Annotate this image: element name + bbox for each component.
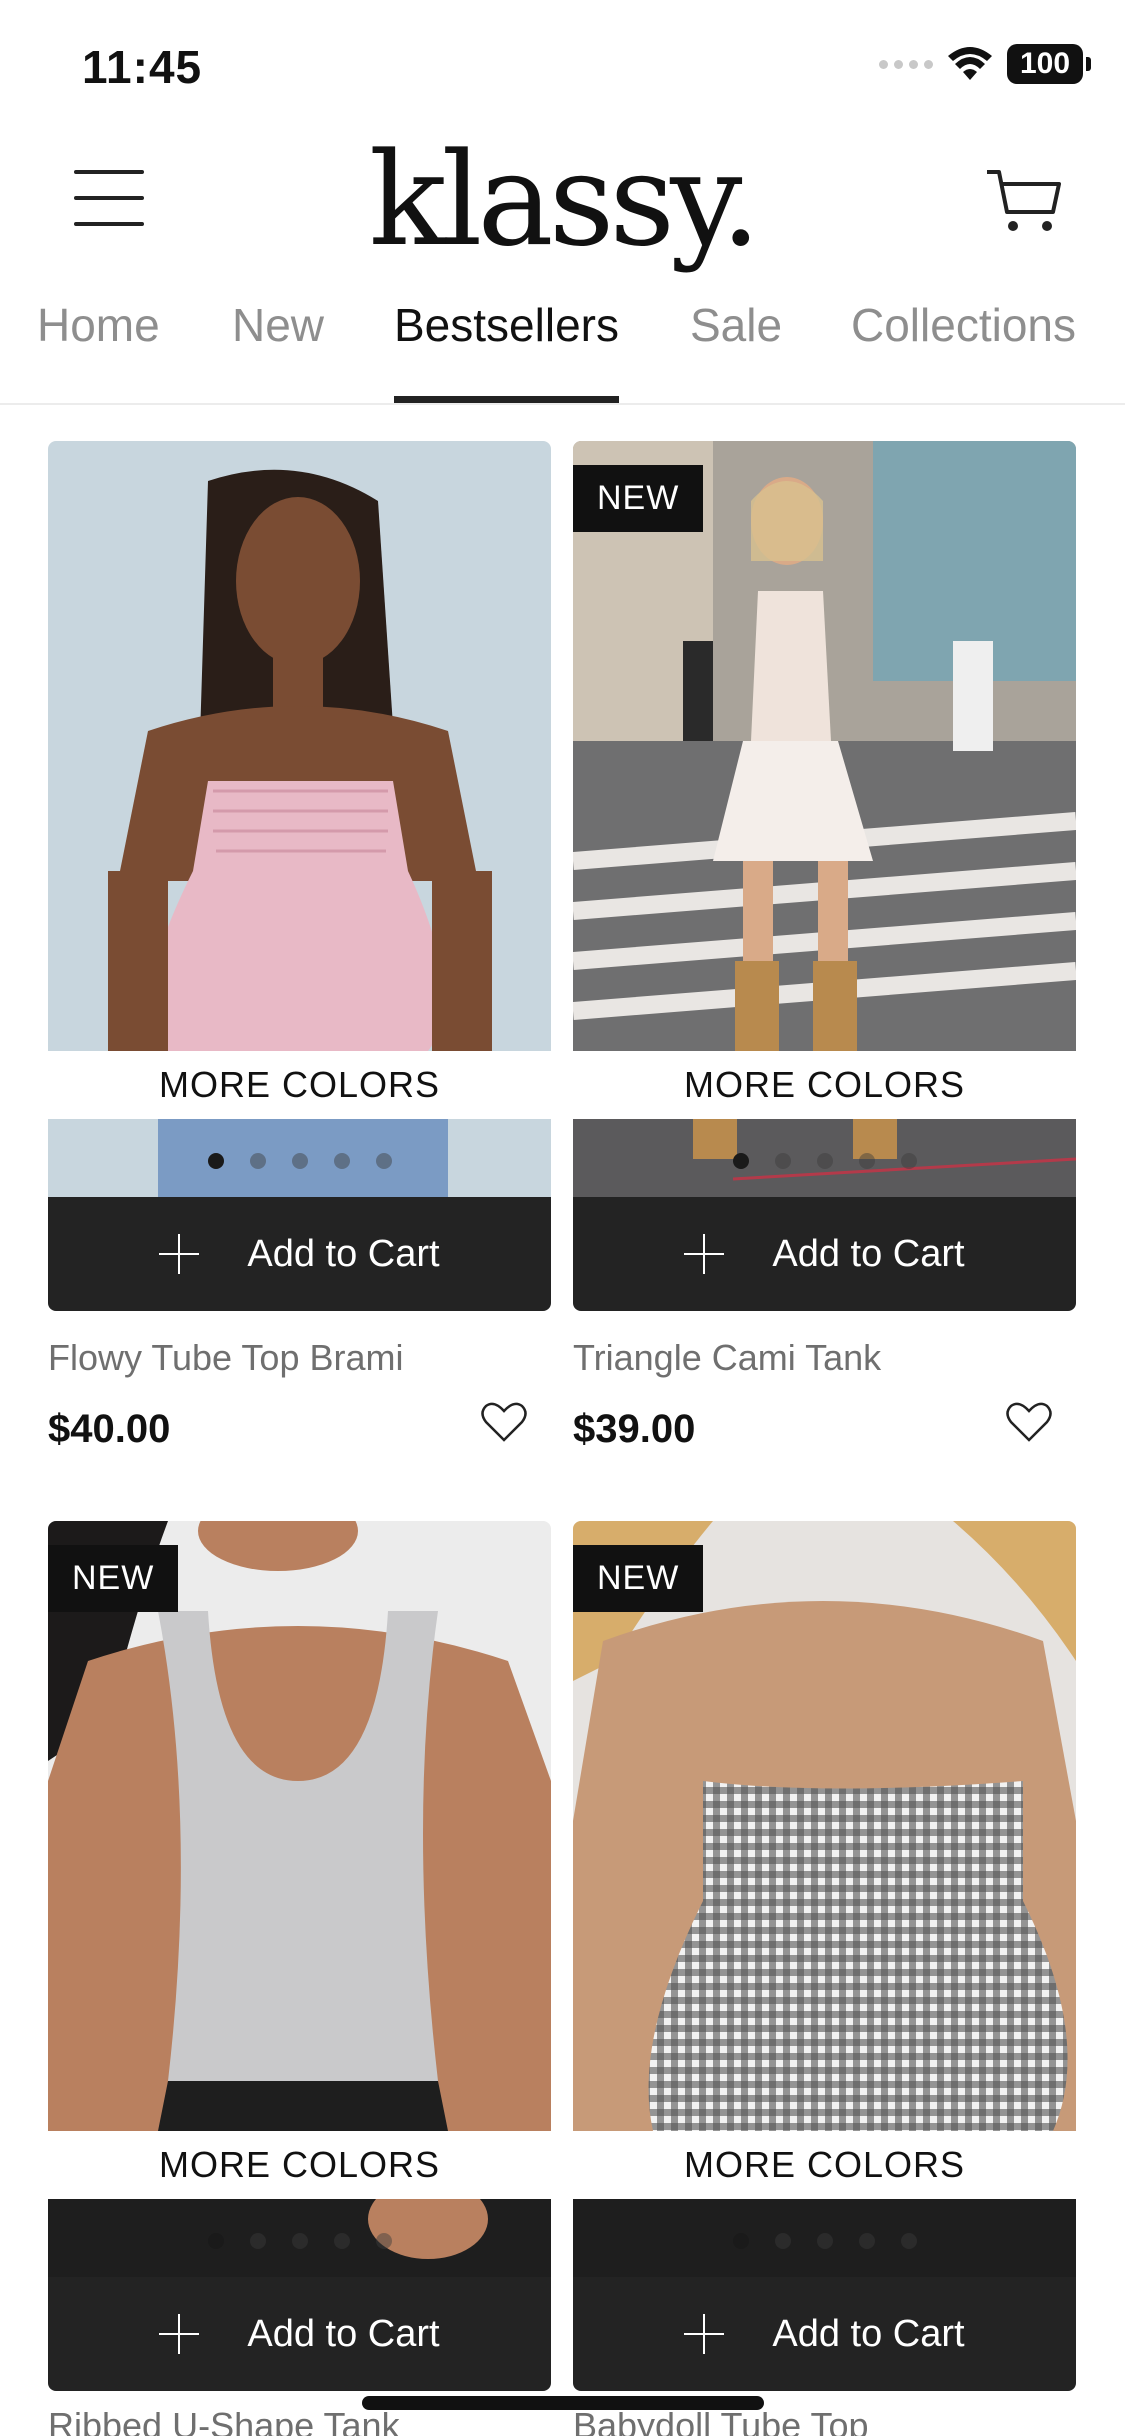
product-photo — [573, 1521, 1076, 2131]
add-to-cart-label: Add to Cart — [772, 2312, 965, 2355]
more-colors-link[interactable]: MORE COLORS — [573, 1051, 1076, 1119]
product-image[interactable] — [48, 441, 551, 1051]
image-carousel[interactable] — [573, 2199, 1076, 2277]
heart-outline-icon[interactable] — [481, 1401, 527, 1443]
add-to-cart-label: Add to Cart — [772, 1232, 965, 1275]
tab-sale[interactable]: Sale — [690, 298, 782, 398]
product-price: $40.00 — [48, 1407, 171, 1451]
more-colors-link[interactable]: MORE COLORS — [48, 1051, 551, 1119]
new-badge: NEW — [573, 465, 704, 532]
product-name[interactable]: Triangle Cami Tank — [573, 1337, 1076, 1379]
image-carousel[interactable] — [573, 1119, 1076, 1197]
status-bar: 11:45 100 — [0, 0, 1125, 130]
product-image[interactable]: NEW — [573, 1521, 1076, 2131]
carousel-dots — [48, 1153, 551, 1169]
product-photo — [48, 441, 551, 1051]
plus-icon — [684, 2314, 725, 2354]
home-indicator[interactable] — [362, 2396, 764, 2410]
product-card[interactable]: NEW MORE COLORS Add to Cart Ribbed U-Sha… — [48, 1521, 551, 2436]
product-price: $39.00 — [573, 1407, 696, 1451]
image-carousel[interactable] — [48, 2199, 551, 2277]
carousel-dots — [48, 2233, 551, 2249]
price-row: $40.00 — [48, 1402, 551, 1463]
add-to-cart-button[interactable]: Add to Cart — [573, 2277, 1076, 2391]
status-icons: 100 — [879, 44, 1091, 84]
plus-icon — [684, 1234, 725, 1274]
battery-icon: 100 — [1007, 44, 1091, 84]
product-image[interactable]: NEW — [48, 1521, 551, 2131]
carousel-dots — [573, 2233, 1076, 2249]
tab-new[interactable]: New — [232, 298, 324, 398]
product-card[interactable]: MORE COLORS Add to Cart Flowy Tube Top B… — [48, 441, 551, 1463]
plus-icon — [159, 2314, 200, 2354]
plus-icon — [159, 1234, 200, 1274]
more-colors-link[interactable]: MORE COLORS — [573, 2131, 1076, 2199]
tab-collections[interactable]: Collections — [851, 298, 1076, 398]
add-to-cart-button[interactable]: Add to Cart — [48, 1197, 551, 1311]
product-card[interactable]: NEW MORE COLORS Add to Cart Triangle Cam… — [573, 441, 1076, 1463]
product-card[interactable]: NEW MORE COLORS Add to Cart Babydoll Tub… — [573, 1521, 1076, 2436]
tab-home[interactable]: Home — [37, 298, 160, 398]
new-badge: NEW — [48, 1545, 179, 1612]
price-row: $39.00 — [573, 1402, 1076, 1463]
add-to-cart-button[interactable]: Add to Cart — [48, 2277, 551, 2391]
shopping-cart-icon[interactable] — [983, 160, 1065, 240]
status-time: 11:45 — [82, 41, 203, 93]
product-photo — [48, 1521, 551, 2131]
brand-logo[interactable]: klassy. — [0, 126, 1125, 275]
wifi-icon — [948, 47, 992, 80]
more-colors-link[interactable]: MORE COLORS — [48, 2131, 551, 2199]
category-tabs: Home New Bestsellers Sale Collections — [0, 290, 1125, 405]
add-to-cart-button[interactable]: Add to Cart — [573, 1197, 1076, 1311]
new-badge: NEW — [573, 1545, 704, 1612]
cellular-signal-icon — [879, 59, 933, 69]
add-to-cart-label: Add to Cart — [247, 1232, 440, 1275]
carousel-dots — [573, 1153, 1076, 1169]
product-name[interactable]: Flowy Tube Top Brami — [48, 1337, 551, 1379]
product-image[interactable]: NEW — [573, 441, 1076, 1051]
product-photo — [573, 441, 1076, 1051]
add-to-cart-label: Add to Cart — [247, 2312, 440, 2355]
heart-outline-icon[interactable] — [1006, 1401, 1052, 1443]
image-carousel[interactable] — [48, 1119, 551, 1197]
tab-bestsellers[interactable]: Bestsellers — [394, 298, 619, 403]
app-header: klassy. — [0, 120, 1125, 275]
